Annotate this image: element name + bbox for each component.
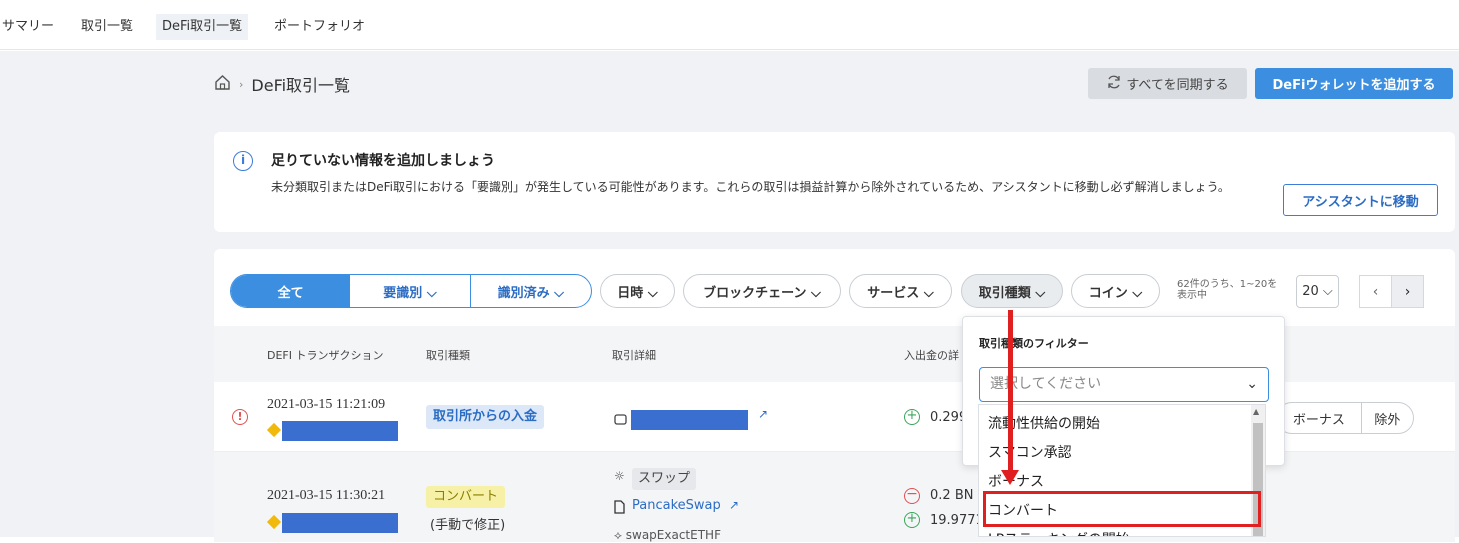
inflow-amount: 19.9771: [930, 513, 984, 528]
tab-portfolio[interactable]: ポートフォリオ: [268, 14, 371, 40]
go-to-assistant-button[interactable]: アシスタントに移動: [1283, 184, 1438, 216]
top-nav: サマリー 取引一覧 DeFi取引一覧 ポートフォリオ: [0, 0, 1459, 50]
bonus-button[interactable]: ボーナス: [1277, 403, 1362, 433]
outflow-amount: 0.2 BN: [930, 488, 973, 503]
column-header-transaction: DEFI トランザクション: [267, 349, 384, 362]
page-size-select[interactable]: 20 ⌵: [1296, 275, 1339, 308]
redacted-address: [631, 410, 748, 430]
detail-tag: スワップ: [632, 468, 697, 490]
bnb-icon: [266, 422, 282, 438]
filter-blockchain[interactable]: ブロックチェーン ⌵: [683, 274, 841, 308]
home-icon[interactable]: [214, 74, 231, 95]
type-note: (手動で修正): [430, 518, 506, 533]
tab-summary[interactable]: サマリー: [0, 14, 60, 40]
sync-all-label: すべてを同期する: [1126, 78, 1229, 93]
filter-datetime[interactable]: 日時 ⌵: [600, 274, 675, 308]
bulb-icon: ☼: [614, 469, 625, 483]
row-timestamp: 2021-03-15 11:30:21: [267, 488, 386, 503]
missing-info-notice: i 足りていない情報を追加しましょう 未分類取引またはDeFi取引における「要識…: [214, 132, 1455, 232]
type-badge: コンバート: [426, 486, 506, 508]
filter-coin[interactable]: コイン ⌵: [1071, 274, 1160, 308]
option-contract-approval[interactable]: スマコン承認: [988, 442, 1072, 464]
status-filter-segment: 全て 要識別 ⌵ 識別済み ⌵: [230, 274, 592, 308]
filter-popover-title: 取引種類のフィルター: [979, 337, 1089, 350]
filter-all[interactable]: 全て: [231, 275, 351, 307]
filter-transaction-type[interactable]: 取引種類 ⌵: [961, 274, 1063, 308]
annotation-arrow: [1008, 310, 1013, 475]
minus-icon: −: [904, 487, 920, 504]
annotation-highlight-box: [983, 491, 1261, 527]
tab-transactions[interactable]: 取引一覧: [75, 14, 139, 40]
info-icon: i: [233, 151, 253, 171]
scroll-up-icon[interactable]: ▲: [1253, 407, 1259, 416]
plus-icon: +: [904, 512, 920, 528]
page-title: DeFi取引一覧: [251, 76, 351, 95]
bnb-icon: [266, 514, 282, 530]
service-link[interactable]: PancakeSwap: [632, 498, 721, 513]
redacted-address: [282, 421, 398, 441]
column-header-type: 取引種類: [426, 349, 470, 362]
breadcrumb-separator: ›: [239, 77, 244, 91]
notice-title: 足りていない情報を追加しましょう: [271, 153, 495, 169]
column-header-detail: 取引詳細: [612, 349, 656, 362]
redacted-address: [282, 513, 398, 533]
add-defi-wallet-button[interactable]: DeFiウォレットを追加する: [1255, 68, 1453, 99]
notice-body: 未分類取引またはDeFi取引における「要識別」が発生している可能性があります。こ…: [271, 180, 1230, 194]
row-timestamp: 2021-03-15 11:21:09: [267, 397, 386, 412]
method-name: ⟡ swapExactETHF: [614, 528, 721, 542]
breadcrumb: › DeFi取引一覧: [214, 71, 350, 97]
sync-all-button[interactable]: すべてを同期する: [1088, 68, 1247, 99]
external-link-icon[interactable]: ↗: [729, 498, 739, 512]
warning-icon: !: [232, 409, 248, 425]
option-liquidity-start[interactable]: 流動性供給の開始: [988, 413, 1100, 435]
option-lp-staking-start[interactable]: LPステーキングの開始: [988, 529, 1130, 536]
outflow-value: 0.2: [930, 488, 951, 503]
document-icon: [614, 499, 625, 518]
row-actions: ボーナス 除外: [1276, 402, 1414, 434]
wallet-icon: [614, 410, 627, 429]
sync-icon: [1106, 74, 1122, 94]
result-count: 62件のうち、1~20を表示中: [1177, 279, 1278, 301]
method-label: swapExactETHF: [625, 528, 721, 542]
next-page-button[interactable]: ›: [1391, 275, 1424, 308]
filter-identified[interactable]: 識別済み ⌵: [471, 275, 591, 307]
filter-service[interactable]: サービス ⌵: [849, 274, 952, 308]
type-badge: 取引所からの入金: [426, 405, 545, 429]
prev-page-button[interactable]: ‹: [1359, 275, 1392, 308]
select-placeholder: 選択してください: [990, 376, 1102, 392]
outflow-coin: BN: [954, 488, 974, 503]
transaction-type-select[interactable]: 選択してください ⌄: [979, 367, 1269, 402]
exclude-button[interactable]: 除外: [1362, 403, 1413, 433]
column-header-flow: 入出金の詳: [904, 349, 959, 362]
external-link-icon[interactable]: ↗: [758, 407, 768, 421]
chevron-down-icon: ⌄: [1246, 376, 1258, 392]
filter-needs-identification[interactable]: 要識別 ⌵: [350, 275, 471, 307]
annotation-arrow-head: [1001, 470, 1019, 485]
plus-icon: +: [904, 409, 920, 425]
tab-defi-transactions[interactable]: DeFi取引一覧: [156, 14, 249, 40]
